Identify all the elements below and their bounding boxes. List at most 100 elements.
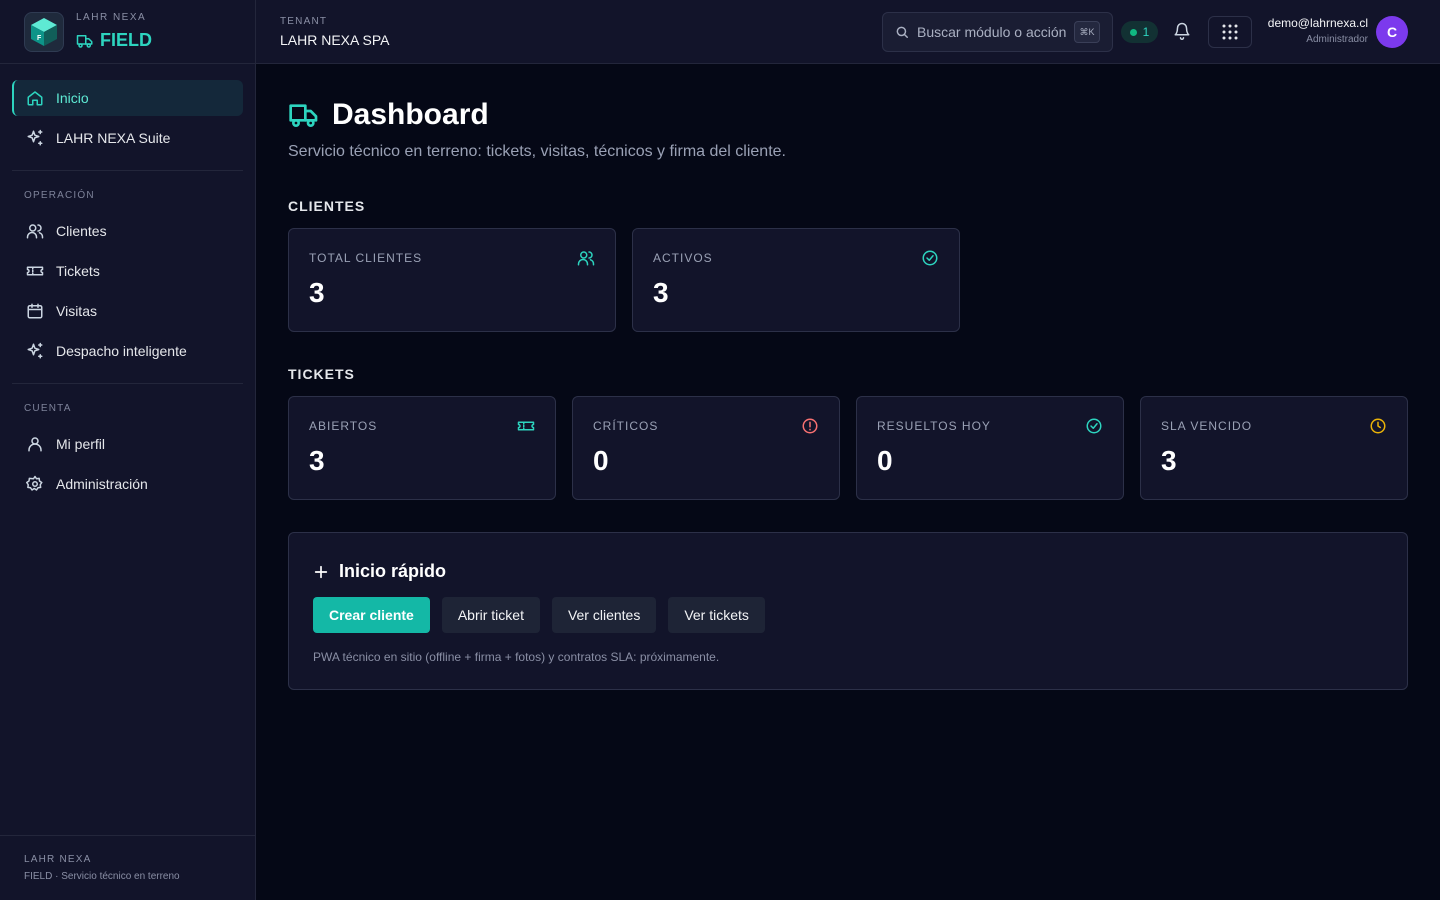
ticket-icon bbox=[517, 421, 535, 431]
footer-subtitle: FIELD · Servicio técnico en terreno bbox=[24, 871, 180, 882]
sidebar-nav: Inicio LAHR NEXA Suite OPERACIÓN Cliente… bbox=[0, 64, 255, 502]
check-circle-icon bbox=[922, 250, 938, 266]
card-value: 3 bbox=[309, 277, 325, 308]
footer-title: LAHR NEXA bbox=[24, 854, 92, 865]
stat-card-total-clientes[interactable]: TOTAL CLIENTES 3 bbox=[288, 228, 616, 332]
sidebar-item-visitas[interactable]: Visitas bbox=[12, 293, 243, 329]
search-placeholder: Buscar módulo o acción bbox=[917, 24, 1067, 40]
sidebar-item-label: Clientes bbox=[56, 223, 107, 239]
page-title: Dashboard bbox=[332, 98, 489, 131]
clock-icon bbox=[1370, 418, 1386, 434]
top-header: TENANT LAHR NEXA SPA Buscar módulo o acc… bbox=[256, 0, 1440, 64]
tenant-name: LAHR NEXA SPA bbox=[280, 32, 390, 48]
section-operacion: OPERACIÓN bbox=[24, 190, 95, 201]
sidebar-item-inicio[interactable]: Inicio bbox=[12, 80, 243, 116]
users-icon bbox=[577, 251, 595, 266]
tenant-label: TENANT bbox=[280, 16, 328, 27]
card-label: SLA VENCIDO bbox=[1161, 419, 1253, 433]
sparkles-icon bbox=[27, 129, 43, 146]
notifications-button[interactable] bbox=[1173, 22, 1191, 40]
brand: F LAHR NEXA FIELD bbox=[0, 0, 255, 64]
status-badge[interactable]: 1 bbox=[1121, 21, 1158, 43]
card-value: 3 bbox=[309, 445, 325, 476]
sidebar-item-label: Despacho inteligente bbox=[56, 343, 187, 359]
quick-start-title: Inicio rápido bbox=[313, 561, 446, 582]
stat-card-activos[interactable]: ACTIVOS 3 bbox=[632, 228, 960, 332]
calendar-icon bbox=[27, 303, 43, 319]
sidebar-item-perfil[interactable]: Mi perfil bbox=[12, 426, 243, 462]
card-label: RESUELTOS HOY bbox=[877, 419, 991, 433]
brand-product: FIELD bbox=[76, 30, 152, 51]
truck-icon bbox=[289, 104, 318, 127]
sidebar-item-tickets[interactable]: Tickets bbox=[12, 253, 243, 289]
check-circle-icon bbox=[1086, 418, 1102, 434]
user-role: Administrador bbox=[1306, 34, 1368, 45]
plus-icon bbox=[314, 565, 328, 578]
avatar[interactable]: C bbox=[1376, 16, 1408, 48]
stat-card-abiertos[interactable]: ABIERTOS 3 bbox=[288, 396, 556, 500]
card-value: 3 bbox=[653, 277, 669, 308]
quick-start-label: Inicio rápido bbox=[339, 561, 447, 581]
stat-card-sla-vencido[interactable]: SLA VENCIDO 3 bbox=[1140, 396, 1408, 500]
sidebar-item-label: LAHR NEXA Suite bbox=[56, 130, 171, 146]
card-value: 3 bbox=[1161, 445, 1177, 476]
card-label: ACTIVOS bbox=[653, 251, 713, 265]
sidebar-item-label: Administración bbox=[56, 476, 148, 492]
shortcut-badge: ⌘K bbox=[1074, 21, 1100, 43]
card-label: CRÍTICOS bbox=[593, 419, 659, 433]
quick-actions: Crear cliente Abrir ticket Ver clientes … bbox=[313, 597, 777, 633]
create-client-button[interactable]: Crear cliente bbox=[313, 597, 430, 633]
card-value: 0 bbox=[877, 445, 893, 476]
section-cuenta: CUENTA bbox=[24, 403, 72, 414]
bell-icon bbox=[1174, 22, 1190, 40]
page-header: Dashboard bbox=[288, 98, 489, 132]
alert-circle-icon bbox=[802, 418, 818, 434]
sidebar-item-label: Visitas bbox=[56, 303, 97, 319]
users-icon bbox=[26, 224, 44, 239]
truck-icon bbox=[76, 34, 93, 48]
card-label: ABIERTOS bbox=[309, 419, 378, 433]
view-tickets-button[interactable]: Ver tickets bbox=[668, 597, 765, 633]
home-icon bbox=[27, 91, 43, 106]
tenant-info: TENANT LAHR NEXA SPA bbox=[280, 16, 389, 48]
sidebar-item-despacho[interactable]: Despacho inteligente bbox=[12, 333, 243, 369]
svg-text:F: F bbox=[37, 35, 42, 42]
sidebar-footer: LAHR NEXA FIELD · Servicio técnico en te… bbox=[0, 835, 255, 900]
card-value: 0 bbox=[593, 445, 609, 476]
sidebar-item-administracion[interactable]: Administración bbox=[12, 466, 243, 502]
sidebar-item-suite[interactable]: LAHR NEXA Suite bbox=[12, 120, 243, 156]
card-label: TOTAL CLIENTES bbox=[309, 251, 423, 265]
brand-product-label: FIELD bbox=[100, 30, 152, 50]
status-count: 1 bbox=[1142, 25, 1150, 39]
apps-button[interactable] bbox=[1208, 16, 1252, 48]
stat-card-criticos[interactable]: CRÍTICOS 0 bbox=[572, 396, 840, 500]
sparkles-icon bbox=[27, 342, 43, 359]
section-tickets-title: TICKETS bbox=[288, 366, 355, 382]
ticket-icon bbox=[26, 266, 44, 276]
view-clients-button[interactable]: Ver clientes bbox=[551, 597, 657, 633]
brand-org: LAHR NEXA bbox=[76, 12, 147, 23]
sidebar-item-label: Tickets bbox=[56, 263, 100, 279]
stat-card-resueltos-hoy[interactable]: RESUELTOS HOY 0 bbox=[856, 396, 1124, 500]
cube-logo-icon: F bbox=[31, 17, 57, 46]
user-icon bbox=[28, 437, 42, 452]
open-ticket-button[interactable]: Abrir ticket bbox=[441, 597, 540, 633]
quick-start-panel: Inicio rápido Crear cliente Abrir ticket… bbox=[288, 532, 1408, 690]
sidebar-item-clientes[interactable]: Clientes bbox=[12, 213, 243, 249]
sidebar: F LAHR NEXA FIELD Inicio LAHR NEXA Suite bbox=[0, 0, 256, 900]
logo[interactable]: F bbox=[24, 11, 64, 52]
gear-icon bbox=[26, 475, 43, 491]
quick-start-note: PWA técnico en sitio (offline + firma + … bbox=[313, 650, 720, 664]
status-dot bbox=[1129, 28, 1137, 36]
sidebar-item-label: Mi perfil bbox=[56, 436, 106, 452]
sidebar-item-label: Inicio bbox=[56, 90, 89, 106]
section-clientes-title: CLIENTES bbox=[288, 198, 366, 214]
user-info[interactable]: demo@lahrnexa.cl Administrador bbox=[1268, 16, 1368, 45]
search-input[interactable]: Buscar módulo o acción ⌘K bbox=[882, 12, 1113, 52]
divider bbox=[12, 170, 243, 171]
user-email: demo@lahrnexa.cl bbox=[1267, 16, 1368, 30]
grid-icon bbox=[1222, 24, 1238, 40]
search-icon bbox=[896, 26, 908, 38]
page-subtitle: Servicio técnico en terreno: tickets, vi… bbox=[288, 143, 786, 160]
divider bbox=[12, 383, 243, 384]
